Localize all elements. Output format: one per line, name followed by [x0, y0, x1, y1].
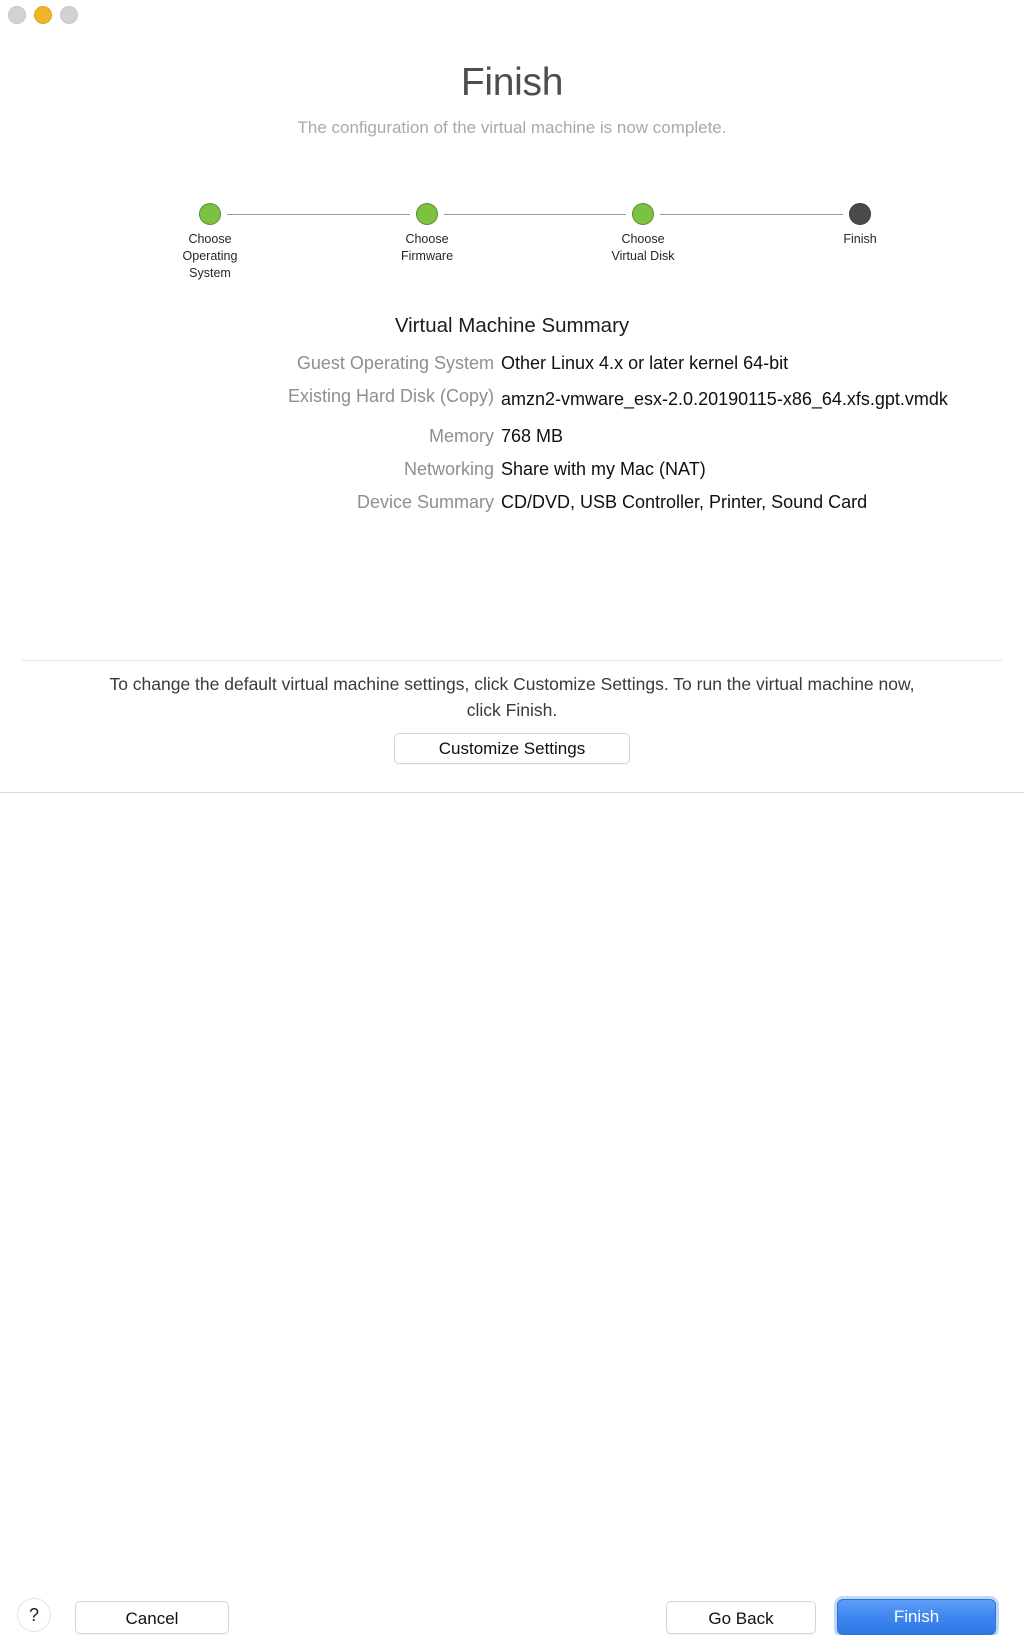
- summary-row-label: Existing Hard Disk (Copy): [287, 386, 494, 406]
- summary-row-label: Networking: [403, 459, 494, 479]
- content-divider: [22, 660, 1002, 661]
- summary-row-label: Memory: [428, 426, 494, 446]
- customize-settings-button[interactable]: Customize Settings: [394, 733, 630, 764]
- summary-row-value: Other Linux 4.x or later kernel 64-bit: [501, 353, 789, 373]
- zoom-window-button[interactable]: [60, 6, 78, 24]
- wizard-header: Finish The configuration of the virtual …: [0, 60, 1024, 140]
- summary-row: Networking Share with my Mac (NAT): [0, 457, 1024, 481]
- virtual-machine-summary: Virtual Machine Summary Guest Operating …: [0, 312, 1024, 523]
- summary-row: Memory 768 MB: [0, 424, 1024, 448]
- stepper-dot-icon: [849, 203, 871, 225]
- summary-row: Device Summary CD/DVD, USB Controller, Pr…: [0, 490, 1024, 514]
- stepper-step-3: Choose Virtual Disk: [599, 203, 687, 265]
- close-window-button[interactable]: [8, 6, 26, 24]
- page-title: Finish: [460, 61, 564, 104]
- summary-row-value: amzn2-vmware_esx-2.0.20190115-x86_64.xfs…: [501, 389, 948, 409]
- stepper-dot-icon: [199, 203, 221, 225]
- stepper-step-4: Finish: [816, 203, 904, 248]
- stepper-step-1: Choose Operating System: [166, 203, 254, 282]
- summary-title: Virtual Machine Summary: [394, 314, 630, 337]
- minimize-window-button[interactable]: [34, 6, 52, 24]
- cancel-button[interactable]: Cancel: [75, 1601, 229, 1634]
- summary-row-list: Guest Operating System Other Linux 4.x or…: [0, 351, 1024, 514]
- summary-row: Existing Hard Disk (Copy) amzn2-vmware_es…: [0, 384, 1024, 415]
- traffic-light-group: [8, 6, 78, 24]
- customize-settings-row: Customize Settings: [0, 733, 1024, 764]
- stepper-step-label: Choose Operating System: [182, 232, 238, 280]
- wizard-toolbar: ? Cancel Go Back Finish: [0, 793, 1024, 1635]
- stepper-step-label: Choose Firmware: [400, 232, 454, 263]
- summary-row-label: Guest Operating System: [296, 353, 494, 373]
- stepper-step-2: Choose Firmware: [383, 203, 471, 265]
- finish-button[interactable]: Finish: [837, 1599, 996, 1635]
- page-subtitle: The configuration of the virtual machine…: [297, 118, 727, 137]
- summary-row: Guest Operating System Other Linux 4.x or…: [0, 351, 1024, 375]
- summary-row-value: CD/DVD, USB Controller, Printer, Sound C…: [501, 492, 868, 512]
- stepper-step-label: Finish: [843, 232, 877, 246]
- stepper-dot-icon: [416, 203, 438, 225]
- help-icon[interactable]: ?: [17, 1598, 51, 1632]
- stepper-track: Choose Operating System Choose Firmware Ch…: [160, 203, 877, 280]
- hint-text: To change the default virtual machine se…: [109, 674, 915, 720]
- wizard-stepper: Choose Operating System Choose Firmware Ch…: [160, 203, 877, 293]
- stepper-dot-icon: [632, 203, 654, 225]
- go-back-button[interactable]: Go Back: [666, 1601, 816, 1634]
- window-titlebar: [0, 0, 1024, 36]
- summary-row-label: Device Summary: [356, 492, 494, 512]
- stepper-step-label: Choose Virtual Disk: [611, 232, 675, 263]
- summary-row-value: Share with my Mac (NAT): [501, 459, 706, 479]
- summary-row-value: 768 MB: [501, 426, 564, 446]
